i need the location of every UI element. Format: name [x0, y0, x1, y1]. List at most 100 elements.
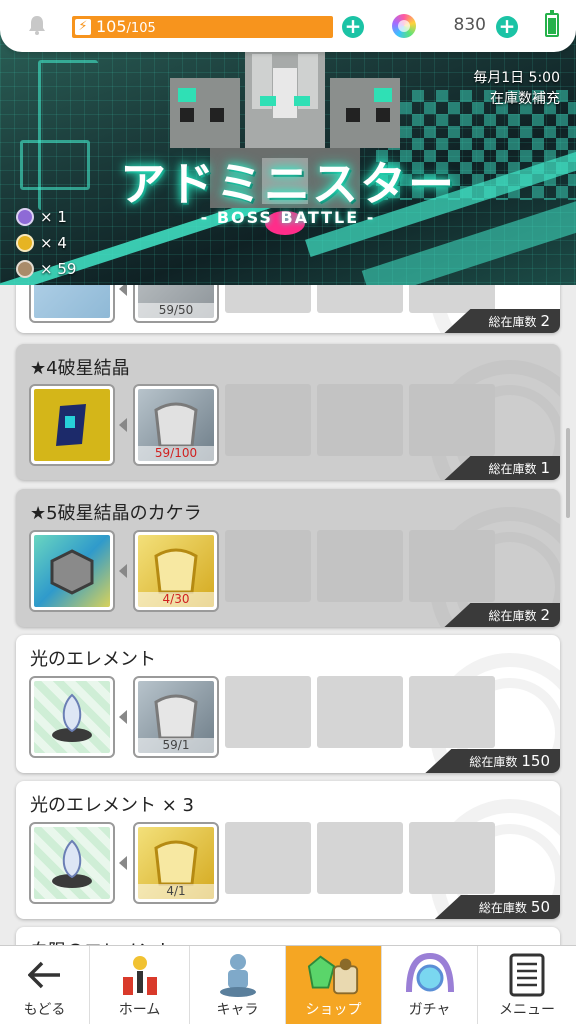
empty-slot [317, 285, 403, 313]
nav-label: もどる [23, 1002, 66, 1018]
stock-value: 1 [540, 459, 550, 477]
silver-medal-icon: 59/50 [138, 285, 214, 318]
item-title: ★5破星結晶のカケラ [30, 503, 202, 524]
scrollbar-thumb[interactable] [566, 428, 570, 518]
medal-count: × 59 [40, 260, 77, 278]
boss-subtitle: - BOSS BATTLE - [200, 208, 376, 227]
nav-gacha-button[interactable]: ガチャ [382, 946, 478, 1024]
crystal-icon [34, 285, 110, 318]
boss-title: アドミニスター [120, 157, 456, 211]
gold-medal-icon: 4/30 [138, 535, 214, 607]
item-title: 光のエレメント × 3 [30, 795, 194, 816]
gold-medal-icon [16, 234, 34, 252]
gem-count: 830 [453, 15, 486, 35]
medal-row-bronze: × 59 [16, 256, 76, 282]
nav-label: ショップ [305, 1002, 362, 1018]
bronze-medal-icon [16, 260, 34, 278]
shop-item-card[interactable]: ★5破星結晶のカケラ 4/30 総在庫数 2 [16, 489, 560, 627]
empty-slot [317, 676, 403, 748]
nav-chara-button[interactable]: キャラ [190, 946, 286, 1024]
empty-slot [225, 384, 311, 456]
product-thumbnail [29, 822, 115, 904]
medal-inventory: × 1 × 4 × 59 [16, 204, 76, 282]
empty-slot [225, 285, 311, 313]
purple-medal-icon [16, 208, 34, 226]
light-element-icon [34, 681, 110, 753]
nav-label: メニュー [499, 1002, 555, 1018]
status-bar: ⚡ 105/105 + 830 + [0, 0, 576, 52]
empty-slot [225, 530, 311, 602]
medal-count: × 1 [40, 208, 67, 226]
nav-menu-button[interactable]: メニュー [478, 946, 576, 1024]
cost-count: 4/1 [138, 884, 214, 899]
empty-slot [317, 822, 403, 894]
empty-slot [317, 384, 403, 456]
shop-item-card[interactable]: ★4破星結晶 59/100 総在庫数 1 [16, 344, 560, 480]
empty-slot [409, 676, 495, 748]
empty-slot [225, 822, 311, 894]
empty-slot [225, 676, 311, 748]
cost-medal-slot: 59/100 [133, 384, 219, 466]
empty-slot [409, 822, 495, 894]
star5-crystal-fragment-icon [34, 535, 110, 607]
empty-slot [409, 530, 495, 602]
cost-count: 59/50 [138, 303, 214, 318]
cost-medal-slot: 59/50 [133, 285, 219, 323]
shop-icon [307, 952, 361, 998]
home-icon [113, 952, 167, 998]
lightning-icon: ⚡ [75, 19, 91, 35]
shop-item-card[interactable]: 光のエレメント 59/1 総在庫数 150 [16, 635, 560, 773]
stock-value: 150 [521, 752, 550, 770]
nav-back-button[interactable]: もどる [0, 946, 90, 1024]
cost-medal-slot: 4/30 [133, 530, 219, 612]
back-arrow-icon [18, 952, 72, 998]
refill-schedule: 毎月1日 5:00 [473, 70, 560, 86]
battery-icon [545, 10, 559, 37]
light-element-icon [34, 827, 110, 899]
arrow-left-icon [119, 710, 127, 724]
cost-count: 59/1 [138, 738, 214, 753]
product-thumbnail [29, 530, 115, 612]
refill-label: 在庫数補充 [490, 91, 560, 107]
cost-medal-slot: 4/1 [133, 822, 219, 904]
product-thumbnail [29, 676, 115, 758]
nav-home-button[interactable]: ホーム [90, 946, 190, 1024]
item-title: 光のエレメント [30, 649, 156, 670]
shop-item-card[interactable]: 白限のエレメント [16, 927, 560, 945]
empty-slot [409, 285, 495, 313]
stamina-current: 105 [96, 17, 127, 36]
boss-banner: アドミニスター - BOSS BATTLE - 毎月1日 5:00 在庫数補充 … [0, 30, 576, 285]
add-stamina-button[interactable]: + [342, 16, 364, 38]
nav-label: キャラ [216, 1002, 259, 1018]
gold-medal-icon: 4/1 [138, 827, 214, 899]
arrow-left-icon [119, 418, 127, 432]
product-thumbnail [29, 384, 115, 466]
arrow-left-icon [119, 285, 127, 296]
medal-row-purple: × 1 [16, 204, 76, 230]
silver-medal-icon: 59/100 [138, 389, 214, 461]
bottom-navigation: もどる ホーム キャラ ショップ ガチャ メニュー [0, 945, 576, 1024]
product-thumbnail [29, 285, 115, 323]
character-icon [211, 952, 265, 998]
shop-item-card[interactable]: 光のエレメント × 3 4/1 総在庫数 50 [16, 781, 560, 919]
arrow-left-icon [119, 564, 127, 578]
item-title: ★4破星結晶 [30, 358, 130, 379]
nav-shop-button[interactable]: ショップ [286, 946, 382, 1024]
stock-value: 2 [540, 312, 550, 330]
nav-label: ガチャ [408, 1002, 451, 1018]
medal-row-gold: × 4 [16, 230, 76, 256]
stamina-max: /105 [126, 21, 156, 36]
add-gem-button[interactable]: + [496, 16, 518, 38]
item-title: 白限のエレメント [30, 937, 174, 945]
bell-icon[interactable] [26, 14, 48, 36]
refill-info: 毎月1日 5:00 在庫数補充 [473, 68, 560, 110]
stamina-bar: ⚡ 105/105 [72, 16, 333, 38]
menu-document-icon [500, 952, 554, 998]
shop-item-card[interactable]: 59/50 総在庫数 2 [16, 285, 560, 333]
stock-value: 2 [540, 606, 550, 624]
silver-medal-icon: 59/1 [138, 681, 214, 753]
cost-count: 4/30 [138, 592, 214, 607]
medal-count: × 4 [40, 234, 67, 252]
shop-item-list[interactable]: 59/50 総在庫数 2 ★4破星結晶 59/100 総在庫数 1 ★5破星結晶… [0, 285, 576, 945]
stock-value: 50 [530, 898, 550, 916]
